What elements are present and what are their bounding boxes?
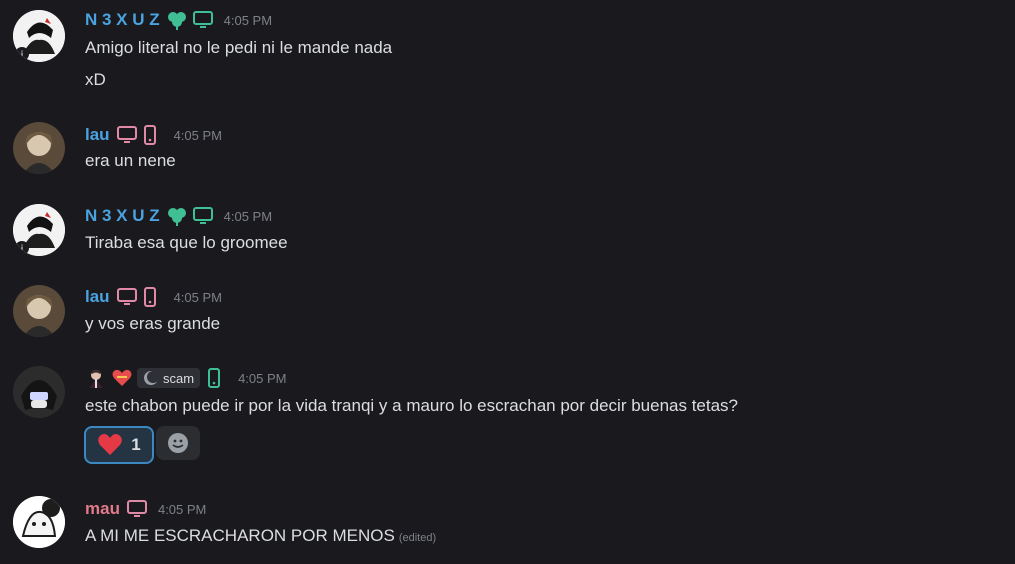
avatar[interactable] [13, 285, 65, 337]
add-reaction-icon [167, 432, 189, 454]
timestamp: 4:05 PM [173, 127, 222, 143]
message-text: Tiraba esa que lo groomee [85, 233, 288, 252]
avatar[interactable] [13, 496, 65, 548]
message-text: este chabon puede ir por la vida tranqi … [85, 396, 739, 415]
timestamp: 4:05 PM [173, 289, 222, 305]
flower-badge-icon [166, 10, 186, 30]
avatar[interactable] [13, 366, 65, 418]
message-header: N 3 X U Z 4:05 PM [85, 9, 272, 31]
timestamp: 4:05 PM [238, 370, 287, 386]
message-header: N 3 X U Z 4:05 PM [85, 205, 272, 227]
timestamp: 4:05 PM [223, 12, 273, 28]
username[interactable]: mau [85, 499, 120, 519]
avatar[interactable]: i [13, 10, 65, 62]
avatar[interactable]: i [13, 204, 65, 256]
svg-text:i: i [21, 244, 24, 255]
message-header: scam 4:05 PM [85, 367, 286, 389]
add-reaction-button[interactable] [156, 426, 200, 460]
message-text: A MI ME ESCRACHARON POR MENOS (edited) [85, 526, 436, 546]
reaction-count: 1 [131, 435, 141, 454]
username[interactable]: N 3 X U Z [85, 10, 160, 30]
heart-icon [97, 433, 123, 457]
mobile-icon [142, 287, 162, 307]
message-text: Amigo literal no le pedi ni le mande nad… [85, 38, 393, 57]
message-text: xD [85, 70, 106, 89]
timestamp: 4:05 PM [223, 208, 273, 224]
desktop-icon [116, 125, 137, 145]
message-header: lau 4:05 PM [85, 286, 222, 308]
server-tag-badge[interactable]: scam [137, 368, 201, 388]
timestamp: 4:05 PM [157, 501, 207, 517]
username[interactable]: N 3 X U Z [85, 206, 160, 226]
message-header: mau 4:05 PM [85, 498, 206, 520]
heart-emoji-icon [111, 368, 132, 388]
vampire-emoji-icon [85, 368, 105, 388]
desktop-icon [192, 206, 213, 226]
reaction-heart[interactable]: 1 [84, 426, 154, 464]
message-text: era un nene [85, 151, 176, 170]
mobile-icon [142, 125, 162, 145]
moon-icon [143, 370, 159, 386]
message-header: lau 4:05 PM [85, 124, 222, 146]
avatar[interactable] [13, 122, 65, 174]
svg-text:i: i [21, 50, 24, 61]
desktop-icon [126, 499, 147, 519]
mobile-icon [206, 368, 226, 388]
message-text: y vos eras grande [85, 314, 221, 333]
desktop-icon [192, 10, 213, 30]
edited-label: (edited) [398, 532, 437, 544]
flower-badge-icon [166, 206, 186, 226]
server-tag-label: scam [163, 370, 195, 386]
username[interactable]: lau [85, 125, 110, 145]
desktop-icon [116, 287, 137, 307]
username[interactable]: lau [85, 287, 110, 307]
message-body: A MI ME ESCRACHARON POR MENOS [85, 526, 395, 545]
